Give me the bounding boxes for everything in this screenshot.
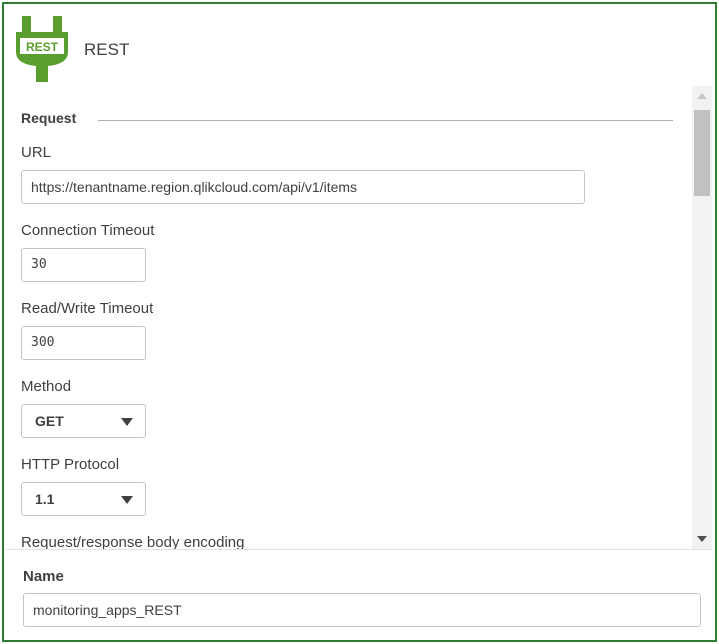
vertical-scrollbar[interactable]: [692, 86, 712, 549]
rest-plug-icon: REST: [16, 16, 68, 82]
scrollbar-thumb[interactable]: [694, 110, 710, 196]
chevron-down-icon: [121, 418, 133, 426]
connection-timeout-label: Connection Timeout: [21, 222, 155, 239]
section-title: Request: [21, 110, 77, 126]
scroll-down-arrow-icon[interactable]: [697, 536, 707, 542]
request-section-header: Request: [21, 110, 673, 130]
method-value: GET: [35, 413, 64, 429]
http-protocol-value: 1.1: [35, 491, 55, 507]
http-protocol-select[interactable]: 1.1: [21, 482, 146, 516]
form-scroll-area[interactable]: Request URL https://tenantname.region.ql…: [6, 86, 712, 550]
url-input[interactable]: https://tenantname.region.qlikcloud.com/…: [21, 170, 585, 204]
header: REST REST: [14, 16, 704, 82]
section-divider: [98, 120, 673, 121]
rw-timeout-label: Read/Write Timeout: [21, 300, 154, 317]
chevron-down-icon: [121, 496, 133, 504]
method-select[interactable]: GET: [21, 404, 146, 438]
connection-timeout-input[interactable]: 30: [21, 248, 146, 282]
connector-title: REST: [84, 40, 130, 59]
url-label: URL: [21, 144, 52, 161]
encoding-label: Request/response body encoding: [21, 534, 245, 550]
name-input[interactable]: monitoring_apps_REST: [23, 593, 701, 627]
method-label: Method: [21, 378, 72, 395]
connection-dialog: REST REST Request URL https://tenantname…: [2, 2, 717, 642]
scroll-up-arrow-icon[interactable]: [697, 93, 707, 99]
logo-text: REST: [26, 40, 59, 54]
rw-timeout-input[interactable]: 300: [21, 326, 146, 360]
name-label: Name: [23, 568, 64, 585]
http-protocol-label: HTTP Protocol: [21, 456, 120, 473]
